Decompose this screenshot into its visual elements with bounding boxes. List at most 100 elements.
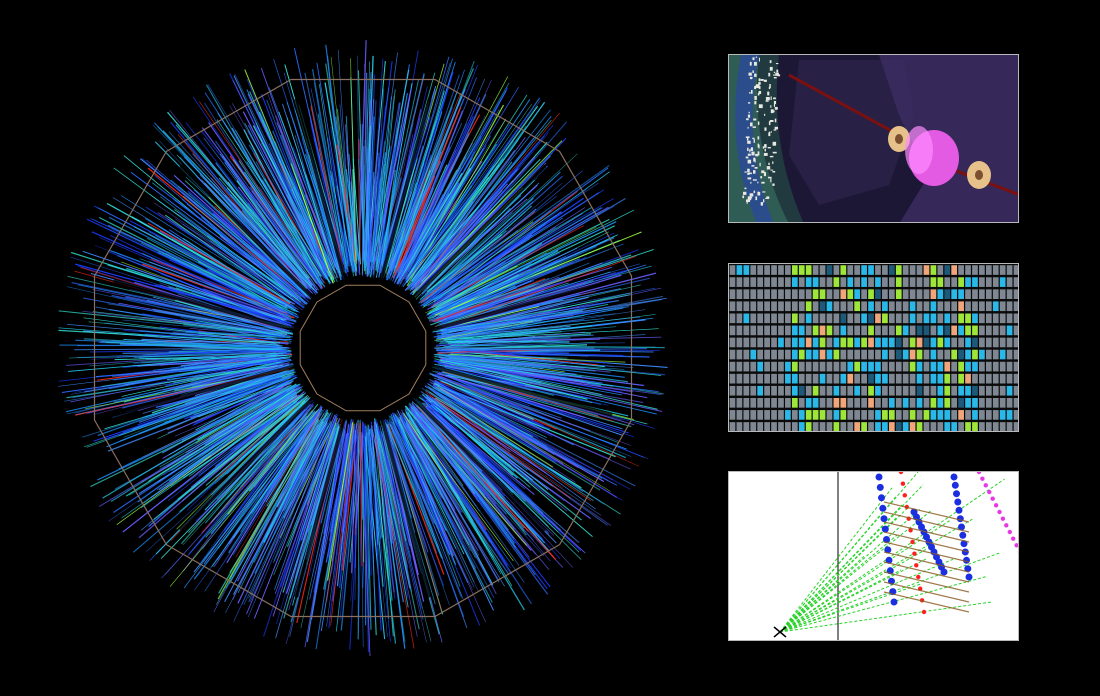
heatmap-cell [736, 325, 743, 336]
heatmap-cell [826, 373, 833, 384]
heatmap-cell [854, 349, 861, 360]
heatmap-cell [888, 373, 895, 384]
heatmap-cell [985, 422, 992, 431]
heatmap-cell [882, 397, 888, 408]
heatmap-cell [750, 361, 757, 372]
heatmap-cell [771, 301, 777, 312]
heatmap-cell [895, 373, 902, 384]
heatmap-cell [923, 265, 930, 275]
detector-hit [763, 79, 767, 82]
heatmap-cell [805, 422, 812, 431]
heatmap-cell [944, 265, 951, 275]
heatmap-cell [909, 373, 916, 384]
heatmap-cell [965, 301, 971, 312]
heatmap-cell [930, 349, 937, 360]
heatmap-cell [992, 397, 999, 408]
heatmap-cell [972, 277, 978, 287]
heatmap-cell [826, 301, 833, 312]
heatmap-cell [888, 325, 895, 336]
heatmap-cell [785, 265, 791, 275]
heatmap-cell [937, 422, 944, 431]
heatmap-cell [757, 397, 764, 408]
heatmap-cell [902, 337, 909, 348]
heatmap-cell [882, 277, 888, 287]
heatmap-cell [847, 313, 854, 324]
heatmap-cell [944, 397, 951, 408]
heatmap-cell [882, 301, 888, 312]
heatmap-cell [868, 410, 874, 420]
detector-hit [755, 85, 758, 87]
detector-hit [755, 56, 757, 58]
heatmap-cell [930, 325, 937, 336]
heatmap-cell [833, 325, 840, 336]
heatmap-cell [750, 349, 757, 360]
track-fit-panel [728, 471, 1019, 641]
heatmap-cell [992, 361, 999, 372]
detector-hit [773, 71, 776, 74]
heatmap-cell [757, 385, 764, 396]
heatmap-cell [798, 325, 805, 336]
heatmap-cell [1013, 422, 1018, 431]
fit-segment [883, 571, 970, 593]
heatmap-cell [729, 349, 736, 360]
heatmap-cell [882, 313, 888, 324]
heatmap-cell [743, 301, 750, 312]
track-hit [875, 473, 883, 481]
heatmap-cell [819, 422, 826, 431]
heatmap-cell [902, 422, 909, 431]
heatmap-cell [757, 301, 764, 312]
heatmap-cell [902, 313, 909, 324]
heatmap-cell [757, 349, 764, 360]
heatmap-cell [826, 337, 833, 348]
heatmap-cell [944, 349, 951, 360]
heatmap-cell [868, 277, 874, 287]
heatmap-cell [791, 313, 798, 324]
heatmap-cell [1006, 361, 1013, 372]
detector-hit [747, 153, 751, 156]
heatmap-cell [861, 301, 867, 312]
heatmap-cell [798, 289, 805, 300]
heatmap-cell [923, 325, 930, 336]
track-hit [951, 481, 959, 489]
detector-hit [765, 197, 769, 199]
heatmap-cell [840, 422, 847, 431]
heatmap-cell [750, 277, 757, 287]
detector-hit [747, 114, 751, 118]
heatmap-cell [895, 361, 902, 372]
detector-hit [763, 172, 766, 177]
heatmap-cell [791, 349, 798, 360]
heatmap-cell [840, 289, 847, 300]
heatmap-cell [833, 313, 840, 324]
detector-hit [744, 171, 747, 173]
heatmap-cell [972, 361, 978, 372]
heatmap-cell [743, 361, 750, 372]
heatmap-cell [979, 385, 985, 396]
heatmap-cell [868, 313, 874, 324]
detector-hit [772, 183, 775, 186]
heatmap-cell [840, 313, 847, 324]
hit-heatmap-panel [728, 263, 1019, 432]
heatmap-cell [895, 325, 902, 336]
heatmap-cell [743, 373, 750, 384]
track-hit [914, 563, 919, 568]
heatmap-cell [965, 373, 971, 384]
track-line [779, 558, 954, 633]
track-hit [910, 539, 915, 545]
heatmap-cell [861, 277, 867, 287]
heatmap-cell [771, 410, 777, 420]
heatmap-cell [854, 422, 861, 431]
heatmap-cell [750, 337, 757, 348]
heatmap-cell [1006, 265, 1013, 275]
heatmap-cell [798, 385, 805, 396]
heatmap-cell [750, 373, 757, 384]
heatmap-cell [909, 277, 916, 287]
heatmap-cell [902, 325, 909, 336]
heatmap-cell [999, 422, 1006, 431]
heatmap-cell [812, 337, 819, 348]
heatmap-cell [736, 410, 743, 420]
detector-hit [754, 101, 757, 105]
detector-hit [749, 149, 751, 153]
heatmap-cell [999, 325, 1006, 336]
heatmap-cell [951, 265, 958, 275]
physics-event-collage [0, 0, 1100, 696]
